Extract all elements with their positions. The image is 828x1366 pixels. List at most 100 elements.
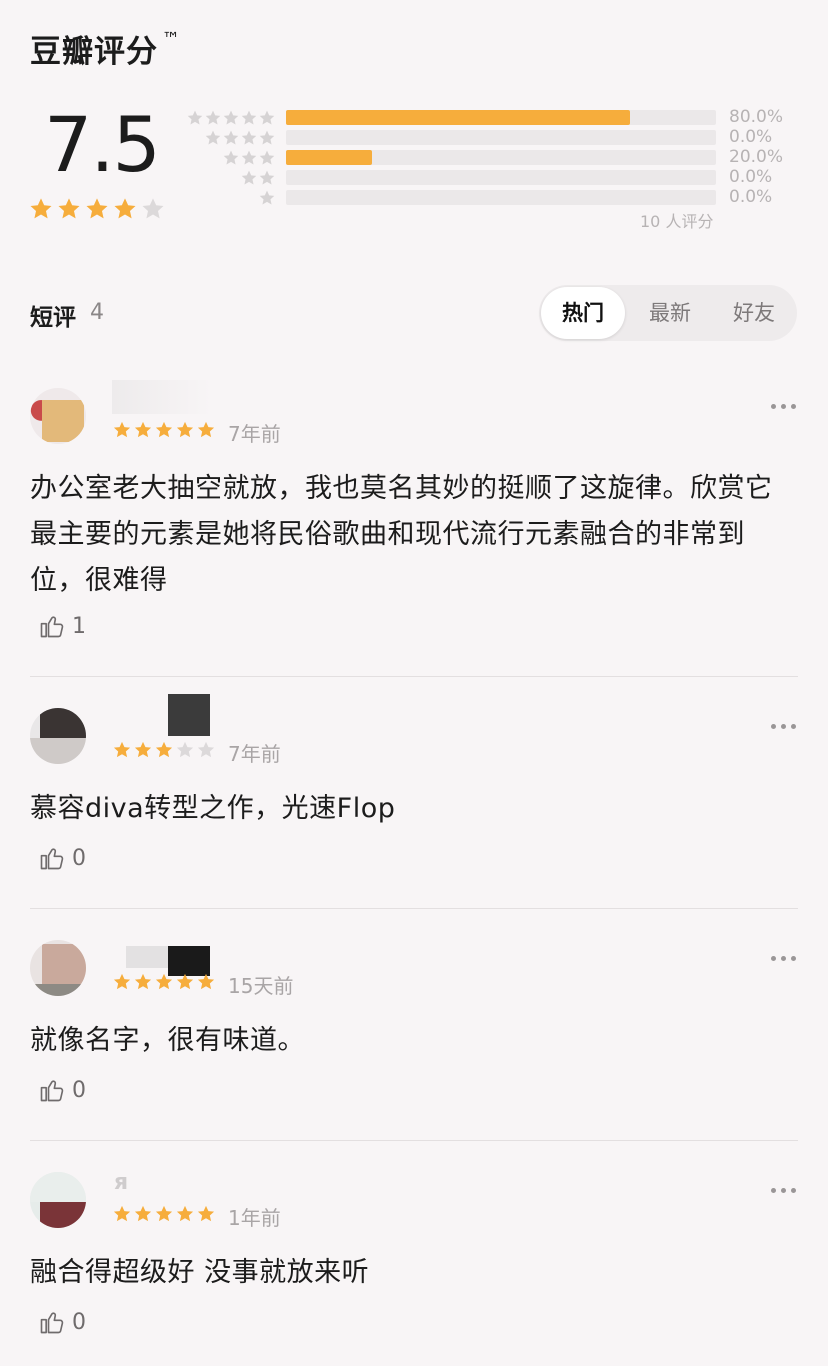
like-button[interactable]: 0 [38, 1308, 86, 1336]
more-icon[interactable] [771, 724, 796, 729]
tab-hot[interactable]: 热门 [541, 287, 625, 339]
star-icon [155, 1205, 173, 1222]
like-count: 1 [72, 613, 86, 639]
star-icon [223, 110, 239, 125]
rating-bar-1-star: 0.0% [186, 187, 796, 208]
star-icon [176, 741, 194, 758]
like-button[interactable]: 0 [38, 844, 86, 872]
star-icon [113, 741, 131, 758]
username-blurred[interactable] [112, 380, 212, 414]
bar-track [286, 150, 716, 165]
star-icon [197, 421, 215, 438]
star-icon [176, 973, 194, 990]
bar-stars [186, 109, 276, 127]
bar-stars [222, 149, 276, 167]
star-icon [223, 150, 239, 165]
avatar[interactable] [30, 708, 86, 764]
short-reviews-label: 短评 [30, 305, 76, 331]
like-count: 0 [72, 1077, 86, 1103]
star-icon [259, 170, 275, 185]
review-stars [112, 1204, 216, 1224]
bar-percent: 0.0% [729, 167, 773, 187]
review-stars [112, 972, 216, 992]
star-icon [176, 1205, 194, 1222]
review-time: 7年前 [228, 422, 281, 446]
avatar[interactable] [30, 388, 86, 444]
rating-bar-3-star: 20.0% [186, 147, 796, 168]
bar-percent: 20.0% [729, 147, 784, 167]
short-reviews-count: 4 [90, 300, 104, 325]
more-icon[interactable] [771, 1188, 796, 1193]
more-icon[interactable] [771, 956, 796, 961]
star-icon [197, 973, 215, 990]
star-icon [176, 421, 194, 438]
star-icon [114, 198, 136, 219]
star-icon [241, 170, 257, 185]
review-text: 办公室老大抽空就放，我也莫名其妙的挺顺了这旋律。欣赏它最主要的元素是她将民俗歌曲… [30, 473, 773, 596]
star-icon [241, 150, 257, 165]
star-icon [241, 130, 257, 145]
star-icon [134, 1205, 152, 1222]
star-icon [113, 1205, 131, 1222]
review-time: 1年前 [228, 1206, 281, 1230]
thumbs-up-icon [40, 848, 64, 870]
bar-stars [204, 129, 276, 147]
star-icon [86, 198, 108, 219]
star-icon [205, 110, 221, 125]
star-icon [155, 741, 173, 758]
star-icon [205, 130, 221, 145]
username-blurred[interactable] [168, 694, 210, 736]
rating-count: 10 人评分 [640, 212, 714, 231]
bar-fill [286, 110, 630, 125]
bar-percent: 0.0% [729, 187, 773, 207]
bar-percent: 0.0% [729, 127, 773, 147]
page-title: 豆瓣评分 ™ [30, 26, 181, 71]
review-sort-tabs: 热门 最新 好友 [539, 285, 797, 341]
rating-bar-4-star: 0.0% [186, 127, 796, 148]
star-icon [259, 110, 275, 125]
more-icon[interactable] [771, 404, 796, 409]
star-icon [241, 110, 257, 125]
star-icon [223, 130, 239, 145]
review-text: 融合得超级好 没事就放来听 [30, 1257, 370, 1288]
review-time: 15天前 [228, 974, 294, 998]
star-icon [155, 421, 173, 438]
divider [30, 908, 798, 909]
username-fragment[interactable]: я [114, 1170, 129, 1195]
star-icon [259, 150, 275, 165]
star-icon [259, 130, 275, 145]
bar-track [286, 110, 716, 125]
rating-stars [28, 196, 166, 222]
username-blurred[interactable] [126, 946, 168, 968]
divider [30, 676, 798, 677]
bar-stars [240, 169, 276, 187]
thumbs-up-icon [40, 616, 64, 638]
rating-bar-5-star: 80.0% [186, 107, 796, 128]
bar-fill [286, 150, 372, 165]
star-icon [113, 421, 131, 438]
trademark-mark: ™ [162, 28, 181, 50]
review-stars [112, 420, 216, 440]
rating-distribution: 80.0% 0.0% 20.0% 0.0% 0.0% [186, 107, 796, 208]
star-icon [197, 1205, 215, 1222]
review-stars [112, 740, 216, 760]
star-icon [197, 741, 215, 758]
star-icon [134, 421, 152, 438]
tab-friends[interactable]: 好友 [719, 285, 789, 341]
like-button[interactable]: 0 [38, 1076, 86, 1104]
like-count: 0 [72, 845, 86, 871]
bar-percent: 80.0% [729, 107, 784, 127]
avatar[interactable] [30, 940, 86, 996]
like-count: 0 [72, 1309, 86, 1335]
title-text: 豆瓣评分 [30, 34, 158, 70]
thumbs-up-icon [40, 1312, 64, 1334]
like-button[interactable]: 1 [38, 612, 86, 640]
tab-latest[interactable]: 最新 [635, 285, 705, 341]
star-icon [187, 110, 203, 125]
avatar[interactable] [30, 1172, 86, 1228]
bar-stars [258, 189, 276, 207]
review-text: 就像名字，很有味道。 [30, 1025, 305, 1056]
star-icon [134, 973, 152, 990]
review-time: 7年前 [228, 742, 281, 766]
star-icon [30, 198, 52, 219]
